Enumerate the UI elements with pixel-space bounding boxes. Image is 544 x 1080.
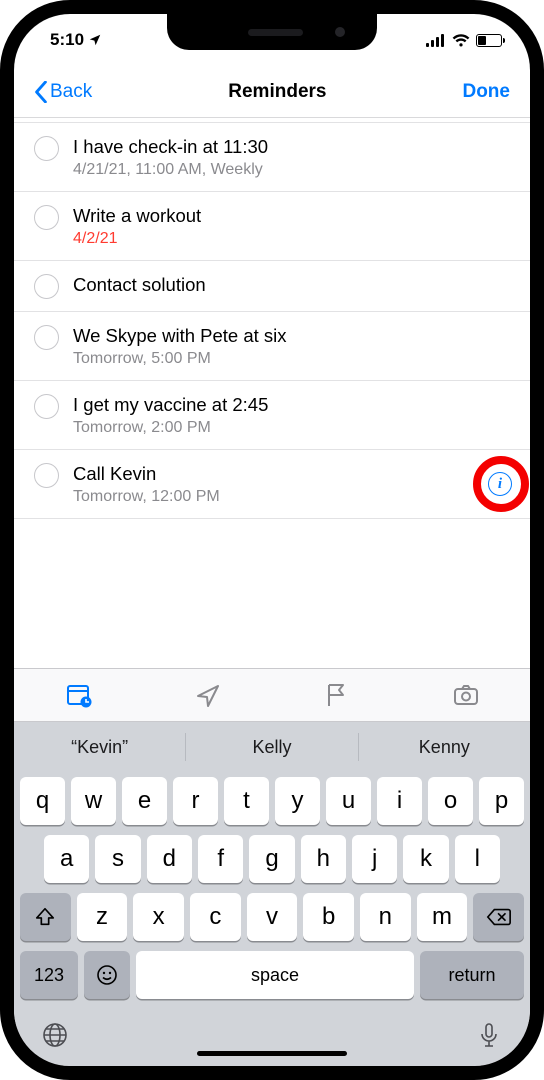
space-key[interactable]: space — [136, 951, 414, 999]
key-r[interactable]: r — [173, 777, 218, 825]
complete-radio[interactable] — [34, 394, 59, 419]
reminder-title: Contact solution — [73, 273, 514, 297]
prediction-bar: “Kevin” Kelly Kenny — [14, 722, 530, 772]
backspace-icon — [486, 906, 512, 928]
key-p[interactable]: p — [479, 777, 524, 825]
reminder-row[interactable]: I have check-in at 11:30 4/21/21, 11:00 … — [14, 122, 530, 192]
key-row-1: q w e r t y u i o p — [14, 772, 530, 830]
reminder-title: Write a workout — [73, 204, 514, 228]
reminder-title: I have check-in at 11:30 — [73, 135, 514, 159]
done-button[interactable]: Done — [462, 81, 510, 103]
home-indicator[interactable] — [197, 1051, 347, 1056]
key-a[interactable]: a — [44, 835, 89, 883]
complete-radio[interactable] — [34, 136, 59, 161]
reminder-row[interactable]: Contact solution — [14, 261, 530, 312]
key-u[interactable]: u — [326, 777, 371, 825]
reminder-title: Call Kevin — [73, 462, 514, 486]
device-frame: 5:10 Back Reminders Done I have check-in… — [0, 0, 544, 1080]
reminder-row[interactable]: I get my vaccine at 2:45 Tomorrow, 2:00 … — [14, 381, 530, 450]
key-row-3: z x c v b n m — [14, 888, 530, 946]
key-g[interactable]: g — [249, 835, 294, 883]
prediction-option[interactable]: Kenny — [359, 737, 530, 758]
key-q[interactable]: q — [20, 777, 65, 825]
reminder-row[interactable]: Write a workout 4/2/21 — [14, 192, 530, 261]
key-l[interactable]: l — [455, 835, 500, 883]
key-o[interactable]: o — [428, 777, 473, 825]
nav-bar: Back Reminders Done — [14, 66, 530, 118]
reminder-subtitle: 4/2/21 — [73, 230, 514, 248]
back-label: Back — [50, 81, 92, 103]
key-i[interactable]: i — [377, 777, 422, 825]
cell-signal-icon — [426, 34, 446, 47]
numbers-key[interactable]: 123 — [20, 951, 78, 999]
complete-radio[interactable] — [34, 205, 59, 230]
return-key[interactable]: return — [420, 951, 524, 999]
key-h[interactable]: h — [301, 835, 346, 883]
reminder-subtitle: 4/21/21, 11:00 AM, Weekly — [73, 161, 514, 179]
notch — [167, 14, 377, 50]
key-t[interactable]: t — [224, 777, 269, 825]
emoji-icon — [95, 963, 119, 987]
reminders-list: I have check-in at 11:30 4/21/21, 11:00 … — [14, 118, 530, 668]
key-row-4: 123 space return — [14, 946, 530, 1004]
quick-toolbar — [14, 668, 530, 722]
reminder-title: I get my vaccine at 2:45 — [73, 393, 514, 417]
key-m[interactable]: m — [417, 893, 468, 941]
key-row-2: a s d f g h j k l — [14, 830, 530, 888]
reminder-subtitle: Tomorrow, 12:00 PM — [73, 488, 514, 506]
mic-icon[interactable] — [474, 1020, 504, 1050]
battery-icon — [476, 34, 502, 47]
reminder-row[interactable]: Call Kevin Tomorrow, 12:00 PM i — [14, 450, 530, 519]
globe-icon[interactable] — [40, 1020, 70, 1050]
backspace-key[interactable] — [473, 893, 524, 941]
camera-button[interactable] — [446, 675, 486, 715]
key-d[interactable]: d — [147, 835, 192, 883]
key-j[interactable]: j — [352, 835, 397, 883]
key-k[interactable]: k — [403, 835, 448, 883]
chevron-left-icon — [34, 81, 48, 103]
complete-radio[interactable] — [34, 274, 59, 299]
key-z[interactable]: z — [77, 893, 128, 941]
calendar-button[interactable] — [59, 675, 99, 715]
prediction-option[interactable]: Kelly — [186, 737, 357, 758]
status-time: 5:10 — [50, 30, 84, 50]
emoji-key[interactable] — [84, 951, 130, 999]
complete-radio[interactable] — [34, 325, 59, 350]
info-button[interactable]: i — [488, 472, 512, 496]
reminder-title: We Skype with Pete at six — [73, 324, 514, 348]
prediction-option[interactable]: “Kevin” — [14, 737, 185, 758]
key-s[interactable]: s — [95, 835, 140, 883]
key-w[interactable]: w — [71, 777, 116, 825]
reminder-subtitle: Tomorrow, 2:00 PM — [73, 419, 514, 437]
key-e[interactable]: e — [122, 777, 167, 825]
reminder-row[interactable]: We Skype with Pete at six Tomorrow, 5:00… — [14, 312, 530, 381]
key-y[interactable]: y — [275, 777, 320, 825]
page-title: Reminders — [228, 81, 326, 103]
key-n[interactable]: n — [360, 893, 411, 941]
shift-icon — [34, 906, 56, 928]
back-button[interactable]: Back — [34, 81, 92, 103]
location-icon — [88, 33, 102, 47]
key-b[interactable]: b — [303, 893, 354, 941]
wifi-icon — [452, 34, 470, 47]
location-button[interactable] — [188, 675, 228, 715]
shift-key[interactable] — [20, 893, 71, 941]
key-c[interactable]: c — [190, 893, 241, 941]
key-v[interactable]: v — [247, 893, 298, 941]
flag-button[interactable] — [317, 675, 357, 715]
reminder-subtitle: Tomorrow, 5:00 PM — [73, 350, 514, 368]
complete-radio[interactable] — [34, 463, 59, 488]
key-f[interactable]: f — [198, 835, 243, 883]
key-x[interactable]: x — [133, 893, 184, 941]
keyboard: “Kevin” Kelly Kenny q w e r t y u i o p … — [14, 722, 530, 1066]
